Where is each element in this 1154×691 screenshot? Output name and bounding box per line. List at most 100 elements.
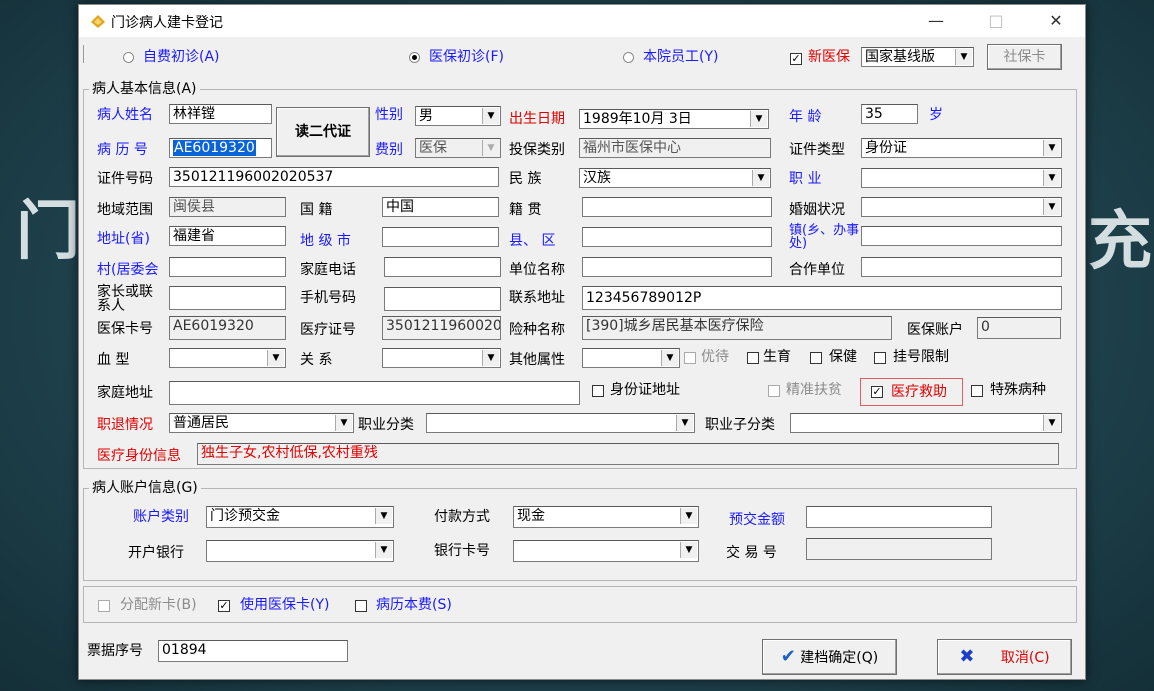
coop-unit-label: 合作单位 [789,262,845,278]
chevron-down-icon: ▼ [482,350,499,366]
birth-checkbox[interactable] [747,352,759,364]
receipt-no-field[interactable]: 01894 [158,640,348,662]
mobile-label: 手机号码 [300,290,356,306]
chevron-down-icon: ▼ [1043,140,1060,156]
home-address-field[interactable] [169,381,580,405]
maximize-button[interactable]: □ [973,5,1019,37]
app-icon [91,15,105,28]
home-phone-field[interactable] [384,257,501,277]
cross-icon: ✖ [959,646,975,667]
trade-no-field [806,538,992,560]
chevron-down-icon: ▼ [482,108,499,124]
age-label: 年 龄 [789,109,822,125]
record-fee-label: 病历本费(S) [376,597,452,613]
close-button[interactable]: ✕ [1033,5,1079,37]
radio-staff[interactable] [623,52,634,63]
poverty-checkbox[interactable] [768,385,780,397]
blood-type-select[interactable]: ▼ [169,348,286,368]
read-id-card-button[interactable]: 读二代证 [276,107,370,157]
county-label: 县、 区 [509,233,556,249]
insurance-version-select[interactable]: 国家基线版 ▼ [861,47,974,67]
account-type-select[interactable]: 门诊预交金 ▼ [206,506,394,528]
guardian-field[interactable] [169,286,286,310]
town-field[interactable] [861,226,1062,246]
account-type-label: 账户类别 [133,509,189,525]
name-label: 病人姓名 [97,107,153,123]
retire-select[interactable]: 普通居民 ▼ [169,413,354,433]
medical-aid-label: 医疗救助 [891,384,947,400]
payment-method-select[interactable]: 现金 ▼ [513,506,699,528]
use-insure-card-checkbox[interactable]: ✓ [218,600,230,612]
priority-checkbox[interactable] [684,352,696,364]
special-disease-checkbox[interactable] [971,385,983,397]
title-bar: 门诊病人建卡登记 — □ ✕ [79,5,1085,37]
job-category-select[interactable]: ▼ [426,413,695,433]
chevron-down-icon: ▼ [680,542,697,558]
new-card-checkbox[interactable] [98,600,110,612]
confirm-button[interactable]: ✔ 建档确定(Q) [762,639,897,675]
cancel-button-label: 取消(C) [1000,650,1050,666]
other-attr-select[interactable]: ▼ [582,348,680,368]
medical-identity-label: 医疗身份信息 [97,448,181,464]
bank-card-select[interactable]: ▼ [513,540,699,562]
age-unit: 岁 [929,107,943,123]
contact-address-field[interactable]: 123456789012P [582,286,1062,310]
age-field[interactable]: 35 [861,104,918,124]
health-checkbox[interactable] [810,352,822,364]
insure-account-label: 医保账户 [907,322,963,338]
region-label: 地域范围 [97,202,153,218]
id-no-field[interactable]: 350121196002020537 [169,167,499,187]
bank-select[interactable]: ▼ [206,540,394,562]
job-category-label: 职业分类 [358,417,414,433]
nation-select[interactable]: 汉族 ▼ [579,168,771,188]
new-insurance-checkbox[interactable]: ✓ [790,53,802,65]
chevron-down-icon: ▼ [661,350,678,366]
relation-select[interactable]: ▼ [382,348,501,368]
medical-aid-checkbox[interactable]: ✓ [871,386,883,398]
receipt-no-label: 票据序号 [87,643,143,659]
new-insurance-label: 新医保 [808,49,850,65]
job-subcategory-select[interactable]: ▼ [790,413,1062,433]
record-no-label: 病 历 号 [97,142,148,158]
radio-insurance[interactable] [409,52,420,63]
background-text-right: 充 [1088,205,1152,279]
province-field[interactable]: 福建省 [169,226,286,246]
native-place-field[interactable] [582,197,772,217]
company-field[interactable] [582,257,772,277]
radio-staff-label[interactable]: 本院员工(Y) [643,47,718,67]
city-field[interactable] [382,227,499,247]
county-field[interactable] [582,227,772,247]
id-address-checkbox[interactable] [592,385,604,397]
id-type-select[interactable]: 身份证 ▼ [861,138,1062,158]
prepay-amount-field[interactable] [806,506,992,528]
gender-select[interactable]: 男 ▼ [415,106,501,126]
payment-method-label: 付款方式 [434,509,490,525]
country-label: 国 籍 [300,202,333,218]
country-field[interactable]: 中国 [382,197,499,217]
chevron-down-icon: ▼ [1043,415,1060,431]
mobile-field[interactable] [384,287,501,311]
record-fee-checkbox[interactable] [355,600,367,612]
record-no-field[interactable]: AE6019320 [169,138,272,158]
social-card-button[interactable]: 社保卡 [987,44,1062,70]
radio-self-pay-label[interactable]: 自费初诊(A) [143,47,220,67]
job-select[interactable]: ▼ [861,168,1062,188]
minimize-button[interactable]: — [913,5,959,37]
coop-unit-field[interactable] [861,257,1062,277]
poverty-label: 精准扶贫 [786,382,842,398]
cancel-button[interactable]: ✖ 取消(C) [937,639,1072,675]
reg-limit-checkbox[interactable] [874,352,886,364]
radio-self-pay[interactable] [123,52,134,63]
birth-date-picker[interactable]: 1989年10月 3日 ▼ [579,109,769,129]
priority-label: 优待 [701,349,729,365]
village-field[interactable] [169,257,286,277]
insure-card-label: 医保卡号 [97,321,153,337]
home-address-label: 家庭地址 [97,385,153,401]
marital-select[interactable]: ▼ [861,197,1062,217]
birth-checkbox-label: 生育 [763,349,791,365]
prepay-amount-label: 预交金额 [729,512,785,528]
job-subcategory-label: 职业子分类 [705,417,775,433]
id-no-label: 证件号码 [97,171,153,187]
radio-insurance-label[interactable]: 医保初诊(F) [429,47,504,67]
name-field[interactable]: 林祥镗 [169,104,272,124]
